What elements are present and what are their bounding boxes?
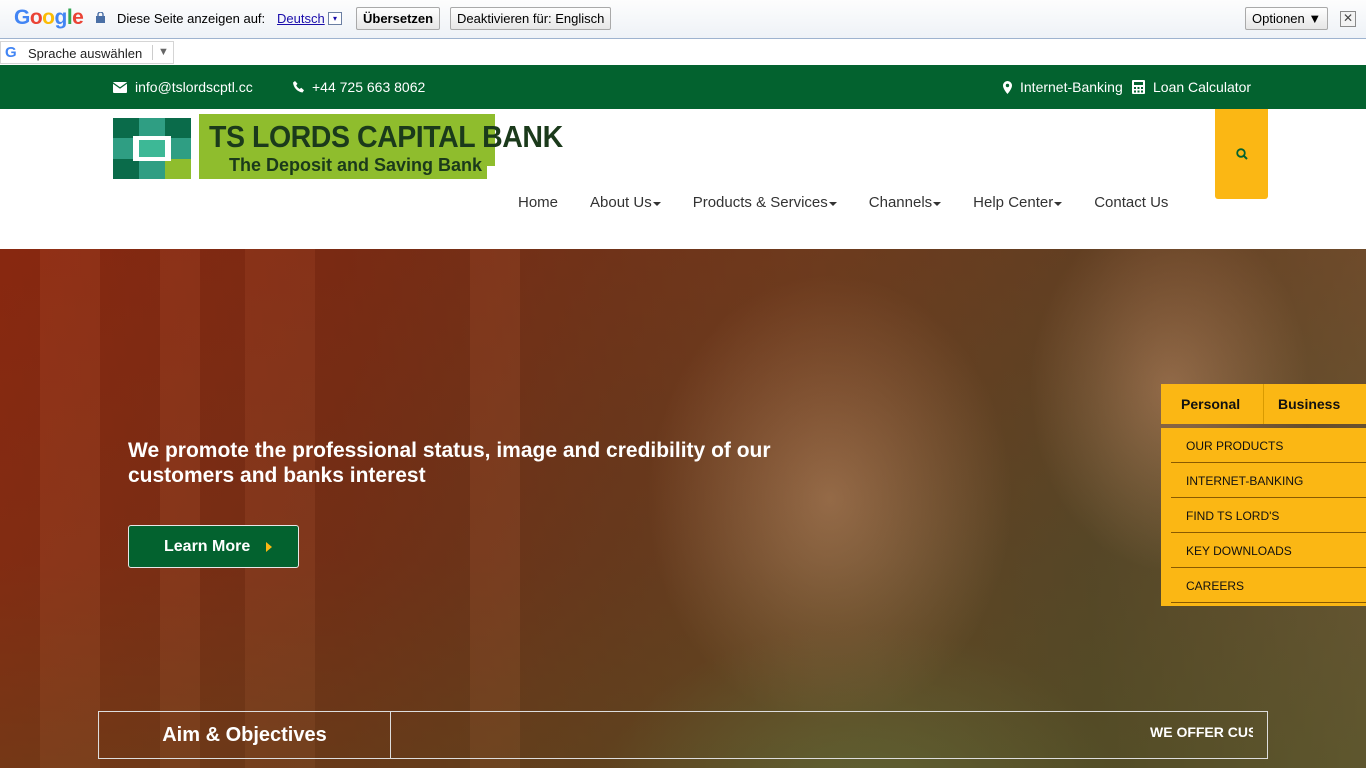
nav-home[interactable]: Home: [502, 194, 574, 211]
envelope-icon: [113, 81, 127, 93]
site-header: TS LORDS CAPITAL BANK The Deposit and Sa…: [0, 109, 1366, 249]
tab-business[interactable]: Business: [1264, 384, 1366, 424]
nav-label: Channels: [868, 194, 933, 211]
options-button[interactable]: Optionen ▼: [1245, 7, 1329, 30]
side-link-our-products[interactable]: OUR PRODUCTS: [1171, 428, 1366, 463]
internet-banking-label: Internet-Banking: [1020, 79, 1123, 95]
language-dropdown-icon[interactable]: ▾: [328, 12, 342, 25]
ticker-text: WE OFFER CUS: [1150, 724, 1253, 740]
search-icon: [1235, 148, 1248, 160]
caret-right-icon: [266, 541, 273, 552]
translate-button[interactable]: Übersetzen: [356, 7, 441, 30]
side-link-find-ts-lords[interactable]: FIND TS LORD'S: [1171, 498, 1366, 533]
logo-notch: [487, 166, 495, 179]
caret-down-icon: [828, 201, 837, 206]
side-panel-links: OUR PRODUCTS INTERNET-BANKING FIND TS LO…: [1161, 428, 1366, 606]
aim-objectives-heading: Aim & Objectives: [98, 711, 391, 759]
bank-name: TS LORDS CAPITAL BANK: [209, 119, 563, 154]
caret-down-icon: [652, 201, 661, 206]
divider: [152, 45, 153, 60]
hero-banner: We promote the professional status, imag…: [0, 249, 1366, 768]
phone-contact[interactable]: +44 725 663 8062: [293, 79, 425, 95]
news-ticker: WE OFFER CUS: [390, 711, 1268, 759]
calculator-icon: [1132, 80, 1145, 94]
nav-channels[interactable]: Channels: [853, 194, 957, 211]
loan-calculator-label: Loan Calculator: [1153, 79, 1252, 95]
internet-banking-link[interactable]: Internet-Banking: [1003, 79, 1123, 95]
email-text: info@tslordscptl.cc: [135, 79, 253, 95]
side-link-careers[interactable]: CAREERS: [1171, 568, 1366, 603]
lock-icon: [96, 12, 105, 23]
nav-products-services[interactable]: Products & Services: [677, 194, 853, 211]
language-selector-label: Sprache auswählen: [28, 46, 143, 61]
disable-translation-button[interactable]: Deaktivieren für: Englisch: [450, 7, 612, 30]
caret-down-icon: [933, 201, 942, 206]
search-button[interactable]: [1215, 109, 1268, 199]
loan-calculator-link[interactable]: Loan Calculator: [1132, 79, 1251, 95]
nav-label: Contact Us: [1094, 194, 1169, 211]
google-logo: Google: [14, 6, 84, 29]
close-icon[interactable]: ✕: [1340, 11, 1356, 27]
learn-more-label: Learn More: [164, 537, 251, 555]
map-marker-icon: [1003, 80, 1012, 94]
side-panel-tabs: Personal Business: [1161, 384, 1366, 424]
nav-label: Help Center: [973, 194, 1054, 211]
nav-help-center[interactable]: Help Center: [957, 194, 1078, 211]
tab-personal[interactable]: Personal: [1161, 384, 1264, 424]
nav-label: Products & Services: [692, 194, 828, 211]
nav-contact-us[interactable]: Contact Us: [1078, 194, 1184, 211]
learn-more-button[interactable]: Learn More: [128, 525, 299, 568]
side-link-key-downloads[interactable]: KEY DOWNLOADS: [1171, 533, 1366, 568]
hero-title: We promote the professional status, imag…: [128, 439, 771, 487]
bank-tagline: The Deposit and Saving Bank: [229, 155, 483, 175]
google-g-icon: G: [5, 44, 17, 61]
phone-icon: [293, 81, 304, 93]
chevron-down-icon: ▼: [158, 46, 169, 58]
phone-text: +44 725 663 8062: [312, 79, 426, 95]
nav-about-us[interactable]: About Us: [574, 194, 677, 211]
bank-logo-icon[interactable]: [113, 118, 191, 179]
language-link[interactable]: Deutsch: [277, 11, 325, 26]
caret-down-icon: [1054, 201, 1063, 206]
nav-label: About Us: [590, 194, 652, 211]
side-link-internet-banking[interactable]: INTERNET-BANKING: [1171, 463, 1366, 498]
language-selector[interactable]: G Sprache auswählen ▼: [0, 41, 174, 64]
translate-bar: Google Diese Seite anzeigen auf: Deutsch…: [0, 0, 1366, 39]
email-contact[interactable]: info@tslordscptl.cc: [113, 79, 253, 95]
nav-label: Home: [518, 194, 559, 211]
main-navigation: Home About Us Products & Services Channe…: [502, 194, 1184, 211]
bank-logo[interactable]: TS LORDS CAPITAL BANK The Deposit and Sa…: [199, 114, 563, 179]
translate-prompt: Diese Seite anzeigen auf:: [117, 11, 266, 26]
top-contact-bar: info@tslordscptl.cc +44 725 663 8062 Int…: [0, 65, 1366, 109]
